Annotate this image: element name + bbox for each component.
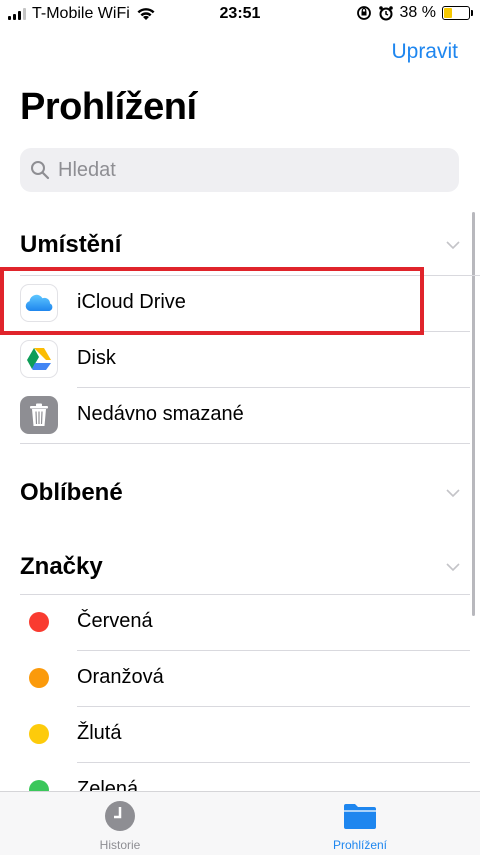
tag-color-dot: [29, 724, 49, 744]
google-drive-icon: [20, 340, 58, 378]
tag-item-red[interactable]: Červená: [0, 594, 470, 649]
tag-item-yellow[interactable]: Žlutá: [0, 706, 470, 761]
list-item-label: Žlutá: [77, 722, 122, 744]
section-title-favorites: Oblíbené: [20, 479, 123, 506]
status-bar: T-Mobile WiFi 23:51 38 %: [0, 0, 480, 28]
section-title-locations: Umístění: [20, 231, 122, 258]
edit-button[interactable]: Upravit: [391, 40, 458, 64]
tag-color-dot: [29, 612, 49, 632]
list-item-label: Disk: [77, 347, 116, 369]
tab-label: Prohlížení: [332, 838, 388, 852]
battery-icon: [442, 6, 473, 20]
list-item-label: Oranžová: [77, 666, 164, 688]
scrollbar[interactable]: [472, 212, 475, 616]
page-title: Prohlížení: [20, 86, 197, 128]
list-item-label: Červená: [77, 610, 153, 632]
tab-label: Historie: [99, 838, 141, 852]
trash-icon: [20, 396, 58, 434]
chevron-down-icon[interactable]: [446, 560, 460, 574]
chevron-down-icon[interactable]: [446, 486, 460, 500]
divider: [20, 443, 470, 444]
search-icon: [31, 161, 50, 180]
list-item-recently-deleted[interactable]: Nedávno smazané: [0, 387, 470, 442]
search-input[interactable]: [56, 157, 440, 183]
clock-icon: [105, 801, 135, 831]
tab-bar: Historie Prohlížení: [0, 791, 480, 855]
list-item-disk[interactable]: Disk: [0, 331, 470, 386]
search-bar[interactable]: [20, 148, 459, 192]
tab-browse[interactable]: Prohlížení: [280, 792, 440, 855]
chevron-down-icon[interactable]: [446, 238, 460, 252]
status-right: 38 %: [356, 4, 473, 22]
battery-percent: 38 %: [399, 4, 436, 21]
highlight-box: [0, 267, 424, 335]
folder-icon: [344, 804, 376, 829]
list-item-label: Nedávno smazané: [77, 403, 244, 425]
tag-color-dot: [29, 668, 49, 688]
tag-item-orange[interactable]: Oranžová: [0, 650, 470, 705]
battery-fill: [444, 8, 452, 18]
tab-history[interactable]: Historie: [40, 792, 200, 855]
orientation-lock-icon: [356, 6, 371, 20]
alarm-icon: [378, 6, 393, 21]
section-title-tags: Značky: [20, 553, 103, 580]
